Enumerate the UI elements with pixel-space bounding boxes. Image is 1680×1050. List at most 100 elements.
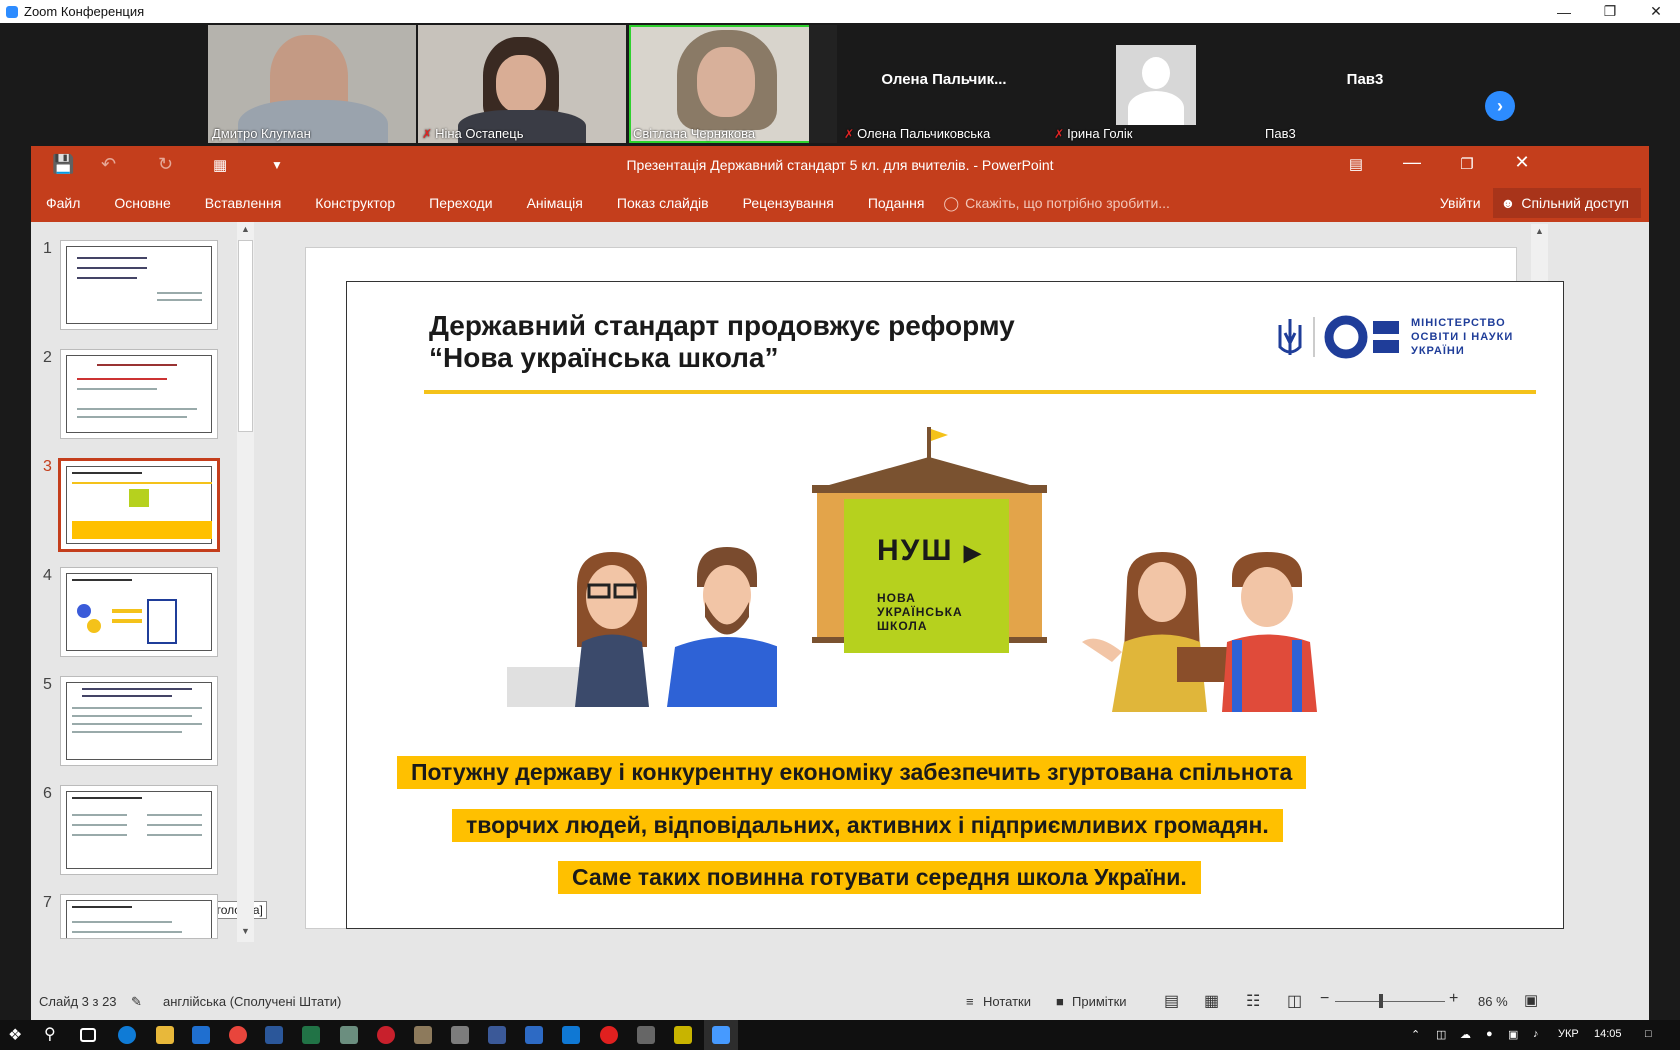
thumbnail-number: 7 <box>43 894 52 911</box>
tell-me-box[interactable]: ◯ Скажіть, що потрібно зробити... <box>943 195 1170 212</box>
keyboard-language[interactable]: УКР <box>1558 1028 1579 1040</box>
sign-in-link[interactable]: Увійти <box>1440 195 1481 211</box>
participant-tile[interactable]: ✗ Ніна Остапець <box>418 25 626 143</box>
active-app-highlight <box>704 1020 738 1050</box>
participant-name: Дмитро Клугман <box>212 126 311 141</box>
restore-icon[interactable]: ❐ <box>1587 0 1633 23</box>
students-illustration <box>1082 552 1317 712</box>
participant-tile[interactable]: Олена Пальчик... ✗ Олена Пальчиковська <box>840 25 1048 143</box>
app-icon[interactable] <box>637 1026 655 1044</box>
zoom-level[interactable]: 86 % <box>1478 994 1508 1009</box>
windows-start-icon[interactable]: ❖ <box>8 1025 26 1044</box>
excel-icon[interactable] <box>302 1026 320 1044</box>
slide-thumbnail-2[interactable] <box>60 349 218 439</box>
slide-thumbnail-3-selected[interactable] <box>58 458 220 552</box>
tab-animations[interactable]: Анімація <box>527 195 583 211</box>
normal-view-icon[interactable]: ▤ <box>1164 991 1179 1011</box>
slideshow-view-icon[interactable]: ◫ <box>1287 991 1302 1011</box>
task-view-icon[interactable] <box>80 1028 96 1042</box>
fit-to-window-icon[interactable]: ▣ <box>1524 991 1538 1009</box>
participant-video-face <box>496 55 546 113</box>
tab-slideshow[interactable]: Показ слайдів <box>617 195 709 211</box>
word-icon[interactable] <box>265 1026 283 1044</box>
comments-button[interactable]: Примітки <box>1072 994 1127 1009</box>
zoom-slider[interactable] <box>1335 1001 1445 1002</box>
slide-thumbnail-6[interactable] <box>60 785 218 875</box>
app-icon[interactable] <box>488 1026 506 1044</box>
next-page-button[interactable]: › <box>1485 91 1515 121</box>
opera-icon[interactable] <box>600 1026 618 1044</box>
participant-tile-active[interactable]: Світлана Чернякова <box>629 25 837 143</box>
tray-app-icon[interactable]: ◫ <box>1436 1028 1446 1041</box>
chevron-right-icon: › <box>1497 95 1503 116</box>
store-icon[interactable] <box>192 1026 210 1044</box>
share-button[interactable]: ☻ Спільний доступ <box>1492 188 1641 218</box>
tab-insert[interactable]: Вставлення <box>205 195 282 211</box>
slide-thumbnail-7[interactable] <box>60 894 218 939</box>
tab-review[interactable]: Рецензування <box>743 195 834 211</box>
thumbnail-number: 6 <box>43 785 52 802</box>
app-icon[interactable] <box>674 1026 692 1044</box>
slide-thumbnail-5[interactable] <box>60 676 218 766</box>
spellcheck-icon[interactable]: ✎ <box>131 994 142 1010</box>
participant-tile[interactable]: Пав3 Пав3 <box>1261 25 1469 143</box>
slide-thumbnail-1[interactable] <box>60 240 218 330</box>
network-icon[interactable]: ▣ <box>1508 1028 1518 1041</box>
status-bar: Слайд 3 з 23 ✎ англійська (Сполучені Шта… <box>31 982 1649 1020</box>
chrome-icon[interactable] <box>229 1026 247 1044</box>
notes-button[interactable]: Нотатки <box>983 994 1031 1009</box>
language-indicator[interactable]: англійська (Сполучені Штати) <box>163 994 341 1009</box>
nush-sub-line: УКРАЇНСЬКА <box>877 605 963 619</box>
camera-icon[interactable] <box>451 1026 469 1044</box>
app-icon[interactable] <box>525 1026 543 1044</box>
reading-view-icon[interactable]: ☷ <box>1246 991 1260 1011</box>
slide-3[interactable]: Державний стандарт продовжує реформу “Но… <box>346 281 1564 929</box>
close-icon[interactable]: ✕ <box>1633 0 1679 23</box>
ribbon-display-options-icon[interactable]: ▤ <box>1341 155 1371 173</box>
scroll-up-icon[interactable]: ▲ <box>1531 226 1548 236</box>
tray-chevron-icon[interactable]: ⌃ <box>1411 1028 1420 1041</box>
close-icon[interactable]: ✕ <box>1507 152 1537 173</box>
search-icon[interactable]: ⚲ <box>44 1024 62 1043</box>
restore-icon[interactable]: ❐ <box>1452 155 1482 173</box>
tab-view[interactable]: Подання <box>868 195 925 211</box>
participant-tile[interactable]: Дмитро Клугман <box>208 25 416 143</box>
scroll-thumb[interactable] <box>238 240 253 432</box>
tab-file[interactable]: Файл <box>46 195 80 211</box>
thumb-line <box>72 814 127 816</box>
tab-design[interactable]: Конструктор <box>315 195 395 211</box>
clock[interactable]: 14:05 <box>1594 1028 1622 1040</box>
file-explorer-icon[interactable] <box>156 1026 174 1044</box>
app-icon[interactable] <box>377 1026 395 1044</box>
cloud-icon[interactable]: ☁ <box>1460 1028 1471 1041</box>
avatar-head <box>1142 57 1170 89</box>
tab-home[interactable]: Основне <box>114 195 170 211</box>
mic-icon[interactable]: ● <box>1486 1028 1493 1040</box>
app-icon[interactable] <box>340 1026 358 1044</box>
zoom-out-icon[interactable]: − <box>1320 990 1329 1008</box>
slide-thumbnail-4[interactable] <box>60 567 218 657</box>
minimize-icon[interactable]: — <box>1397 152 1427 173</box>
volume-icon[interactable]: ♪ <box>1533 1028 1539 1040</box>
zoom-title-bar: Zoom Конференция — ❐ ✕ <box>0 0 1680 23</box>
app-icon[interactable] <box>562 1026 580 1044</box>
thumbnail-frame <box>66 791 212 869</box>
lightbulb-icon: ◯ <box>943 194 960 211</box>
muted-mic-icon: ✗ <box>844 126 855 141</box>
edge-icon[interactable] <box>118 1026 136 1044</box>
thumb-line <box>72 715 192 717</box>
participant-tile[interactable]: ✗ Ірина Голік <box>1050 25 1258 143</box>
slide-sorter-icon[interactable]: ▦ <box>1204 991 1219 1011</box>
scroll-down-icon[interactable]: ▼ <box>237 926 254 936</box>
app-icon[interactable] <box>414 1026 432 1044</box>
zoom-slider-thumb[interactable] <box>1379 994 1383 1008</box>
thumbnails-scrollbar[interactable]: ▲ ▼ <box>237 222 254 942</box>
zoom-in-icon[interactable]: + <box>1449 990 1458 1008</box>
minimize-icon[interactable]: — <box>1541 0 1587 23</box>
slide-thumbnails-pane: 1 2 3 4 [Без заголовка] 5 6 7 ▲ ▼ <box>31 222 276 982</box>
tab-transitions[interactable]: Переходи <box>429 195 492 211</box>
scroll-up-icon[interactable]: ▲ <box>237 224 254 234</box>
notifications-icon[interactable]: □ <box>1645 1028 1652 1040</box>
slide-title: Державний стандарт продовжує реформу “Но… <box>429 310 1015 374</box>
participant-video-face <box>697 47 755 117</box>
